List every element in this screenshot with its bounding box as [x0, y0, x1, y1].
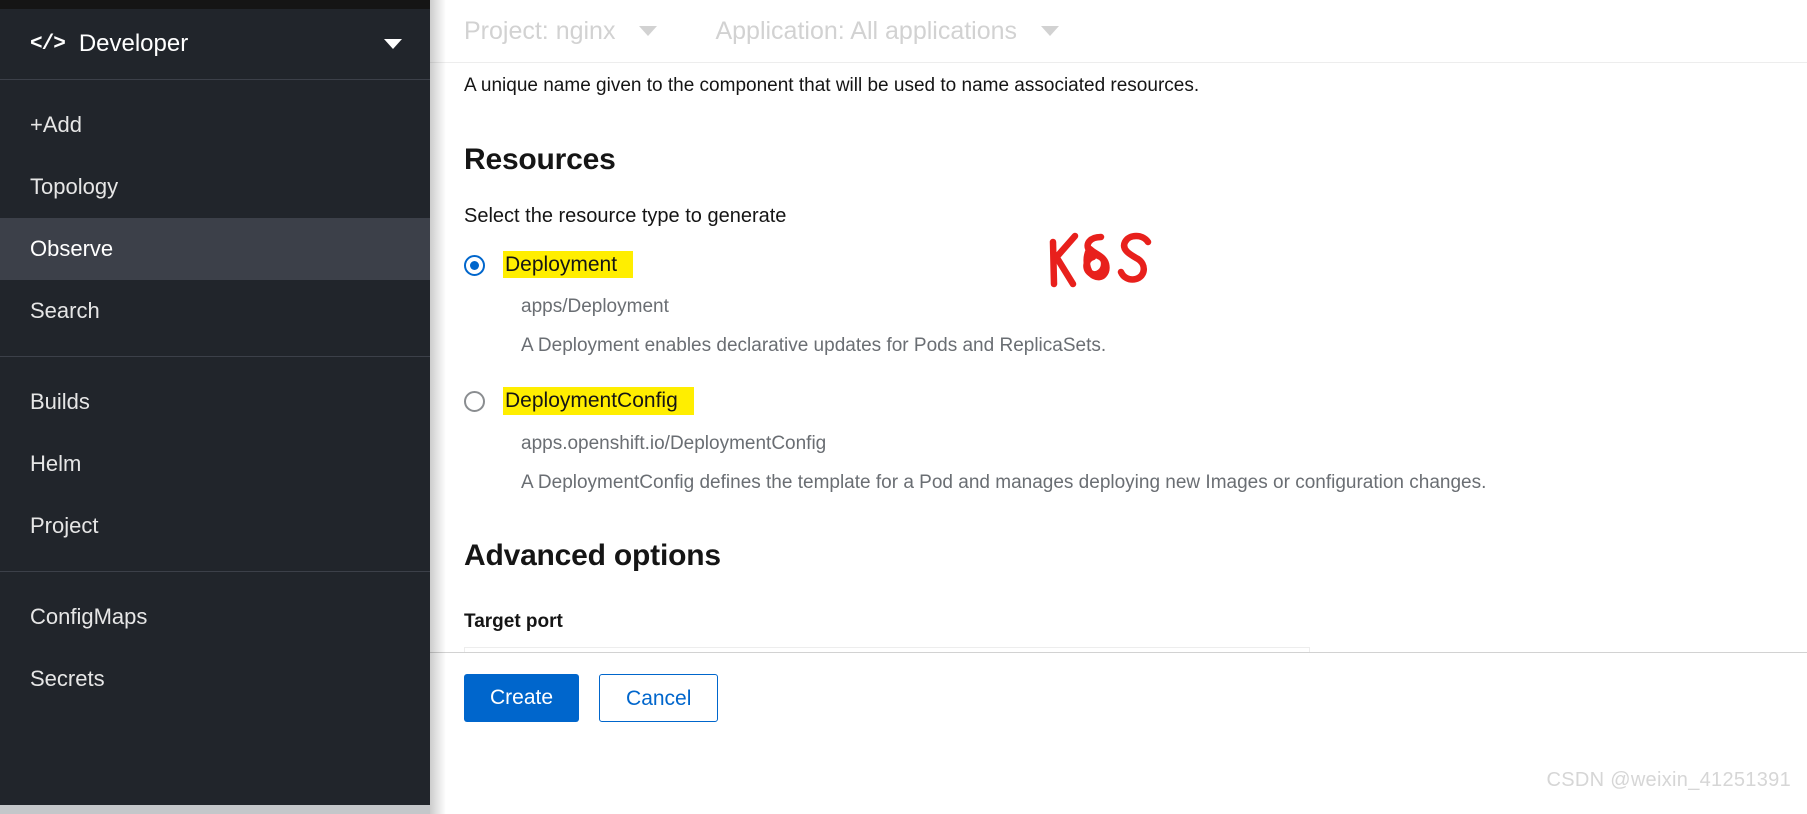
form-action-buttons: Create Cancel [464, 674, 1773, 722]
cancel-button[interactable]: Cancel [599, 674, 719, 722]
resources-heading: Resources [464, 142, 616, 176]
sidebar-item-add[interactable]: +Add [0, 94, 430, 156]
sidebar-item-helm[interactable]: Helm [0, 433, 430, 495]
resources-subtitle: Select the resource type to generate [464, 204, 787, 227]
nav-group-config: ConfigMaps Secrets [0, 572, 430, 724]
project-selector-label: Project: nginx [464, 16, 616, 45]
radio-row-deployment[interactable]: Deployment [464, 250, 1773, 279]
sidebar-item-observe[interactable]: Observe [0, 218, 430, 280]
resource-type-radio-group: Deployment apps/Deployment A Deployment … [464, 250, 1773, 494]
resource-option-deployment-description: A Deployment enables declarative updates… [521, 335, 1107, 357]
project-selector[interactable]: Project: nginx [464, 16, 658, 46]
sidebar-item-search[interactable]: Search [0, 280, 430, 342]
resource-option-deployment[interactable]: Deployment apps/Deployment A Deployment … [464, 250, 1773, 358]
application-selector[interactable]: Application: All applications [715, 16, 1060, 46]
resource-option-deploymentconfig[interactable]: DeploymentConfig apps.openshift.io/Deplo… [464, 387, 1773, 494]
radio-label-wrap-deployment: Deployment [503, 250, 634, 279]
resource-option-deploymentconfig-api: apps.openshift.io/DeploymentConfig [521, 432, 827, 454]
perspective-label: Developer [78, 30, 189, 57]
sidebar-top-strip [0, 0, 430, 9]
nav-group-builds: Builds Helm Project [0, 357, 430, 572]
nav-group-primary: +Add Topology Observe Search [0, 80, 430, 357]
sidebar-item-secrets[interactable]: Secrets [0, 648, 430, 710]
radio-label-wrap-deploymentconfig: DeploymentConfig [503, 387, 694, 415]
radio-row-deploymentconfig[interactable]: DeploymentConfig [464, 387, 1773, 415]
advanced-options-heading: Advanced options [464, 538, 721, 572]
chevron-down-icon [639, 26, 658, 36]
watermark: CSDN @weixin_41251391 [1546, 769, 1791, 791]
radio-button-deployment[interactable] [464, 254, 485, 276]
sidebar-item-configmaps[interactable]: ConfigMaps [0, 586, 430, 648]
resource-option-deployment-api: apps/Deployment [521, 296, 669, 318]
name-helper-text: A unique name given to the component tha… [464, 75, 1200, 96]
perspective-switcher[interactable]: </> Developer [0, 9, 430, 80]
code-icon: </> [30, 32, 66, 56]
sidebar-item-topology[interactable]: Topology [0, 156, 430, 218]
chevron-down-icon [1041, 26, 1060, 36]
main-content: Project: nginx Application: All applicat… [430, 0, 1807, 814]
sidebar-item-project[interactable]: Project [0, 495, 430, 557]
resource-option-deploymentconfig-description: A DeploymentConfig defines the template … [521, 471, 1487, 493]
primary-sidebar: </> Developer +Add Topology Observe Sear… [0, 9, 430, 805]
radio-button-deploymentconfig[interactable] [464, 391, 485, 413]
app-root: </> Developer +Add Topology Observe Sear… [0, 0, 1807, 814]
chevron-down-icon[interactable] [384, 39, 402, 49]
application-selector-label: Application: All applications [715, 16, 1018, 45]
target-port-label: Target port [464, 610, 563, 632]
form-body: A unique name given to the component tha… [430, 63, 1807, 652]
page-bottom-edge [0, 805, 430, 814]
create-button[interactable]: Create [464, 674, 580, 722]
resource-option-deploymentconfig-label: DeploymentConfig [503, 387, 694, 415]
sidebar-item-builds[interactable]: Builds [0, 371, 430, 433]
context-bar: Project: nginx Application: All applicat… [430, 0, 1807, 63]
resource-option-deployment-label: Deployment [503, 250, 634, 279]
